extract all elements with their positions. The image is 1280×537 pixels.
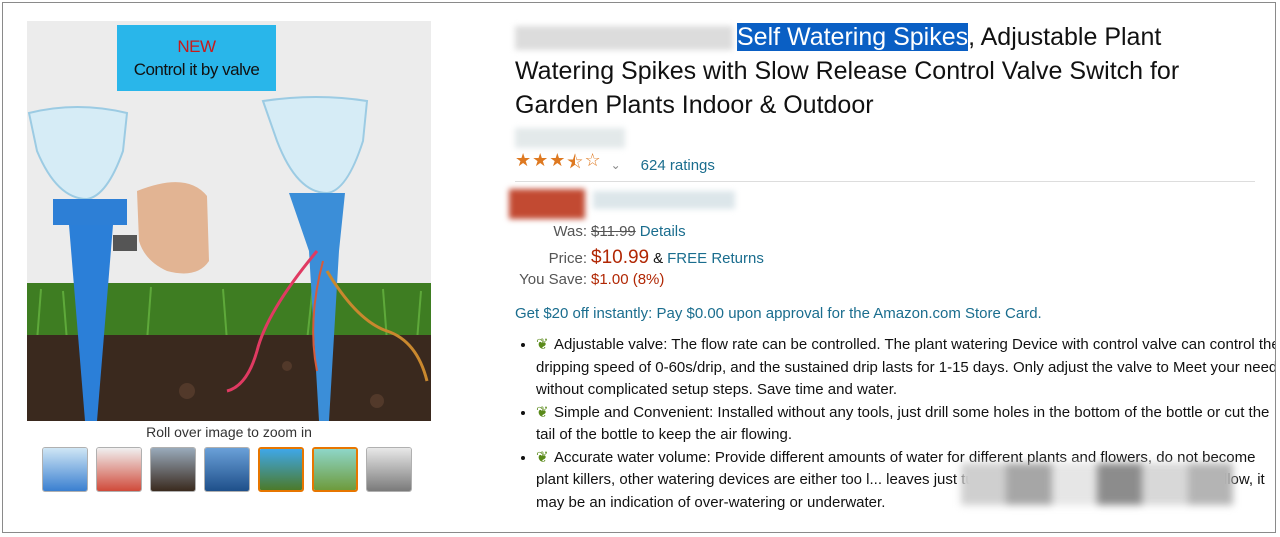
screenshot-frame: NEW Control it by valve Roll over image … xyxy=(2,2,1276,533)
half-star-icon: ⯪ xyxy=(566,152,584,172)
list-item: ❦Simple and Convenient: Installed withou… xyxy=(536,402,1275,447)
main-product-image[interactable]: NEW Control it by valve xyxy=(27,21,431,421)
star-rating[interactable]: ★ ★ ★ ⯪ ☆ xyxy=(515,150,601,180)
sprout-icon: ❦ xyxy=(536,336,549,353)
thumbnail-4[interactable] xyxy=(204,447,250,492)
badge-new-text: NEW xyxy=(177,37,216,56)
star-icon: ★ xyxy=(515,150,532,170)
thumbnail-3[interactable] xyxy=(150,447,196,492)
sprout-icon: ❦ xyxy=(536,448,549,466)
details-link[interactable]: Details xyxy=(640,223,686,240)
divider xyxy=(515,181,1255,182)
thumbnail-6[interactable] xyxy=(312,447,358,492)
free-returns-link[interactable]: FREE Returns xyxy=(667,250,764,267)
product-title: Self Watering Spikes, Adjustable Plant W… xyxy=(515,20,1255,122)
empty-star-icon: ☆ xyxy=(584,150,601,170)
blurred-store-link xyxy=(515,128,625,148)
blurred-brand xyxy=(515,26,733,51)
current-price: $10.99 xyxy=(591,247,650,268)
new-valve-badge: NEW Control it by valve xyxy=(117,25,276,91)
price-label: Price: xyxy=(548,250,587,267)
sprout-icon: ❦ xyxy=(536,403,549,421)
bullet-text: Simple and Convenient: Installed without… xyxy=(536,403,1270,444)
zoom-hint: Roll over image to zoom in xyxy=(146,424,312,440)
title-highlight: Self Watering Spikes xyxy=(737,23,969,51)
was-price: $11.99 xyxy=(591,223,636,240)
blurred-redaction xyxy=(961,463,1233,505)
thumbnail-strip xyxy=(42,447,412,492)
rating-row: ★ ★ ★ ⯪ ☆ ⌄ 624 ratings xyxy=(515,150,715,180)
badge-subtitle: Control it by valve xyxy=(133,60,260,79)
store-card-offer-link[interactable]: Get $20 off instantly: Pay $0.00 upon ap… xyxy=(515,305,1042,322)
was-row: Was: $11.99 Details xyxy=(515,223,764,247)
star-icon: ★ xyxy=(549,150,566,170)
savings-row: You Save: $1.00 (8%) xyxy=(515,271,764,295)
ampersand: & xyxy=(653,250,664,267)
chevron-down-icon[interactable]: ⌄ xyxy=(611,158,621,172)
thumbnail-5[interactable] xyxy=(258,447,304,492)
price-table: Was: $11.99 Details Price: $10.99 & FREE… xyxy=(515,223,764,295)
price-row: Price: $10.99 & FREE Returns xyxy=(515,247,764,271)
thumbnail-7[interactable] xyxy=(366,447,412,492)
thumbnail-1[interactable] xyxy=(42,447,88,492)
savings-value: $1.00 (8%) xyxy=(591,271,665,288)
bullet-text: Adjustable valve: The flow rate can be c… xyxy=(536,336,1276,398)
blurred-deal-text xyxy=(593,191,735,209)
was-label: Was: xyxy=(553,223,587,240)
thumbnail-2[interactable] xyxy=(96,447,142,492)
blurred-deal-badge xyxy=(509,189,585,219)
ratings-count-link[interactable]: 624 ratings xyxy=(641,157,715,174)
savings-label: You Save: xyxy=(519,271,587,288)
product-info: Self Watering Spikes, Adjustable Plant W… xyxy=(515,20,1255,148)
list-item: ❦Adjustable valve: The flow rate can be … xyxy=(536,334,1276,402)
star-icon: ★ xyxy=(532,150,549,170)
